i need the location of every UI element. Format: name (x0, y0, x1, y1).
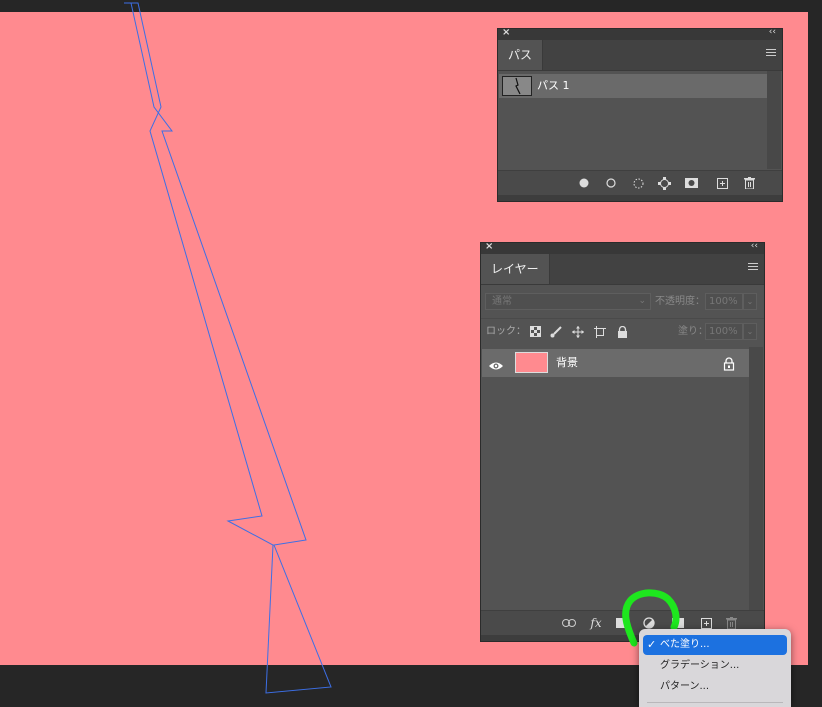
make-work-path-icon[interactable] (657, 176, 671, 190)
blend-mode-select[interactable]: 通常 ⌄ (485, 293, 651, 310)
tab-paths[interactable]: パス (498, 40, 544, 70)
menu-item-solid-color[interactable]: ✓ べた塗り... (643, 635, 787, 655)
path-thumbnail (502, 76, 532, 96)
stroke-path-icon[interactable] (604, 176, 618, 190)
path-name: パス 1 (537, 79, 570, 92)
lock-image-pixels-icon[interactable] (550, 326, 562, 338)
panel-titlebar[interactable]: × ‹‹ (481, 241, 764, 254)
top-bar (0, 0, 822, 12)
tab-row: パス (498, 40, 782, 71)
adjustment-layer-menu: ✓ べた塗り... グラデーション... パターン... (639, 629, 791, 707)
fill-input[interactable]: 100% (705, 323, 743, 340)
blend-opacity-row: 通常 ⌄ 不透明度： 100% ⌄ (481, 289, 764, 313)
adjustment-layer-icon[interactable] (642, 616, 656, 630)
workspace-edge (808, 12, 822, 707)
close-icon[interactable]: × (485, 241, 493, 252)
layers-panel: × ‹‹ レイヤー 通常 ⌄ 不透明度： 100% ⌄ ロック： 塗り： 100… (480, 241, 765, 642)
opacity-dropdown-button[interactable]: ⌄ (743, 293, 757, 310)
opacity-input[interactable]: 100% (705, 293, 743, 310)
checkmark-icon: ✓ (647, 638, 657, 651)
layer-name[interactable]: 背景 (556, 349, 578, 377)
delete-icon[interactable] (724, 616, 738, 630)
paths-footer-toolbar (498, 170, 782, 197)
panel-menu-icon[interactable] (766, 49, 776, 59)
fill-dropdown-button[interactable]: ⌄ (743, 323, 757, 340)
lock-artboard-icon[interactable] (594, 326, 606, 338)
panel-resize-strip[interactable] (498, 195, 782, 201)
opacity-label: 不透明度： (655, 296, 705, 307)
collapse-icon[interactable]: ‹‹ (769, 27, 776, 37)
menu-item-pattern[interactable]: パターン... (643, 677, 787, 697)
link-icon[interactable] (562, 616, 576, 630)
lock-transparent-pixels-icon[interactable] (529, 326, 541, 338)
layer-row[interactable]: 背景 (482, 349, 750, 377)
lock-icon (723, 356, 735, 371)
scrollbar[interactable] (767, 71, 781, 169)
tab-row: レイヤー (481, 254, 764, 285)
add-mask-icon[interactable] (684, 176, 698, 190)
menu-item-gradient[interactable]: グラデーション... (643, 656, 787, 676)
blend-mode-value: 通常 (492, 296, 512, 307)
scrollbar[interactable] (749, 347, 763, 610)
panel-menu-icon[interactable] (748, 263, 758, 273)
menu-separator (647, 702, 783, 703)
lock-fill-row: ロック： 塗り： 100% ⌄ (481, 318, 764, 343)
lock-label: ロック： (486, 326, 526, 337)
menu-item-label: べた塗り... (660, 639, 710, 650)
fill-label: 塗り： (678, 326, 708, 337)
mask-icon[interactable] (615, 616, 629, 630)
fx-icon[interactable]: fx (589, 616, 603, 630)
lock-all-icon[interactable] (616, 325, 628, 338)
collapse-icon[interactable]: ‹‹ (751, 241, 758, 251)
layer-thumbnail (515, 352, 548, 373)
path-item[interactable]: パス 1 (499, 74, 767, 98)
group-icon[interactable] (671, 616, 685, 630)
paths-panel: × ‹‹ パス パス 1 (497, 27, 783, 202)
eye-icon[interactable] (489, 357, 503, 370)
panel-titlebar[interactable]: × ‹‹ (498, 27, 782, 40)
chevron-down-icon: ⌄ (638, 296, 646, 306)
delete-icon[interactable] (742, 176, 756, 190)
fill-path-icon[interactable] (577, 176, 591, 190)
lock-position-icon[interactable] (572, 326, 584, 338)
new-layer-icon[interactable] (699, 616, 713, 630)
new-path-icon[interactable] (715, 176, 729, 190)
load-selection-icon[interactable] (631, 176, 645, 190)
tab-layers[interactable]: レイヤー (481, 254, 550, 284)
close-icon[interactable]: × (502, 27, 510, 38)
